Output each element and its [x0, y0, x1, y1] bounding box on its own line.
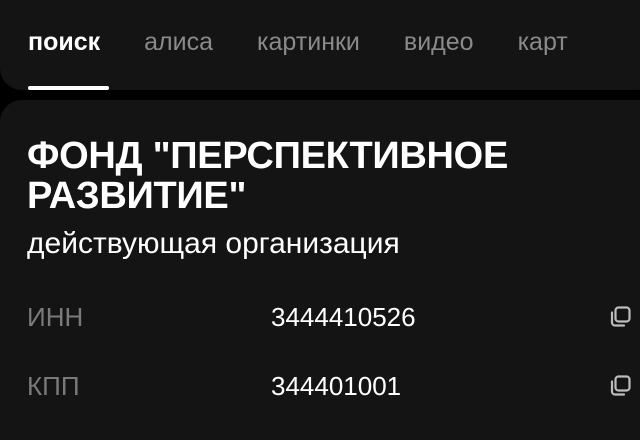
- organization-status: действующая организация: [27, 227, 400, 260]
- detail-label-kpp: КПП: [27, 371, 80, 401]
- tab-search[interactable]: поиск: [28, 26, 110, 90]
- tab-alice[interactable]: алиса: [144, 26, 213, 58]
- detail-label-inn: ИНН: [27, 302, 84, 332]
- copy-icon[interactable]: [608, 306, 632, 328]
- copy-icon[interactable]: [608, 375, 632, 397]
- organization-name: ФОНД "ПЕРСПЕКТИВНОЕ РАЗВИТИЕ": [27, 135, 508, 217]
- detail-value-inn: 3444410526: [271, 302, 416, 332]
- detail-row-kpp: КПП 344401001: [0, 366, 640, 406]
- tab-maps[interactable]: карт: [518, 26, 568, 58]
- detail-row-inn: ИНН 3444410526: [0, 297, 640, 337]
- search-tabs-bar: поиск алиса картинки видео карт: [0, 0, 640, 90]
- tab-video[interactable]: видео: [404, 26, 474, 58]
- organization-card: ФОНД "ПЕРСПЕКТИВНОЕ РАЗВИТИЕ" действующа…: [0, 100, 640, 440]
- search-tabs: поиск алиса картинки видео карт: [28, 26, 612, 90]
- tab-images[interactable]: картинки: [257, 26, 360, 58]
- detail-value-kpp: 344401001: [271, 371, 402, 401]
